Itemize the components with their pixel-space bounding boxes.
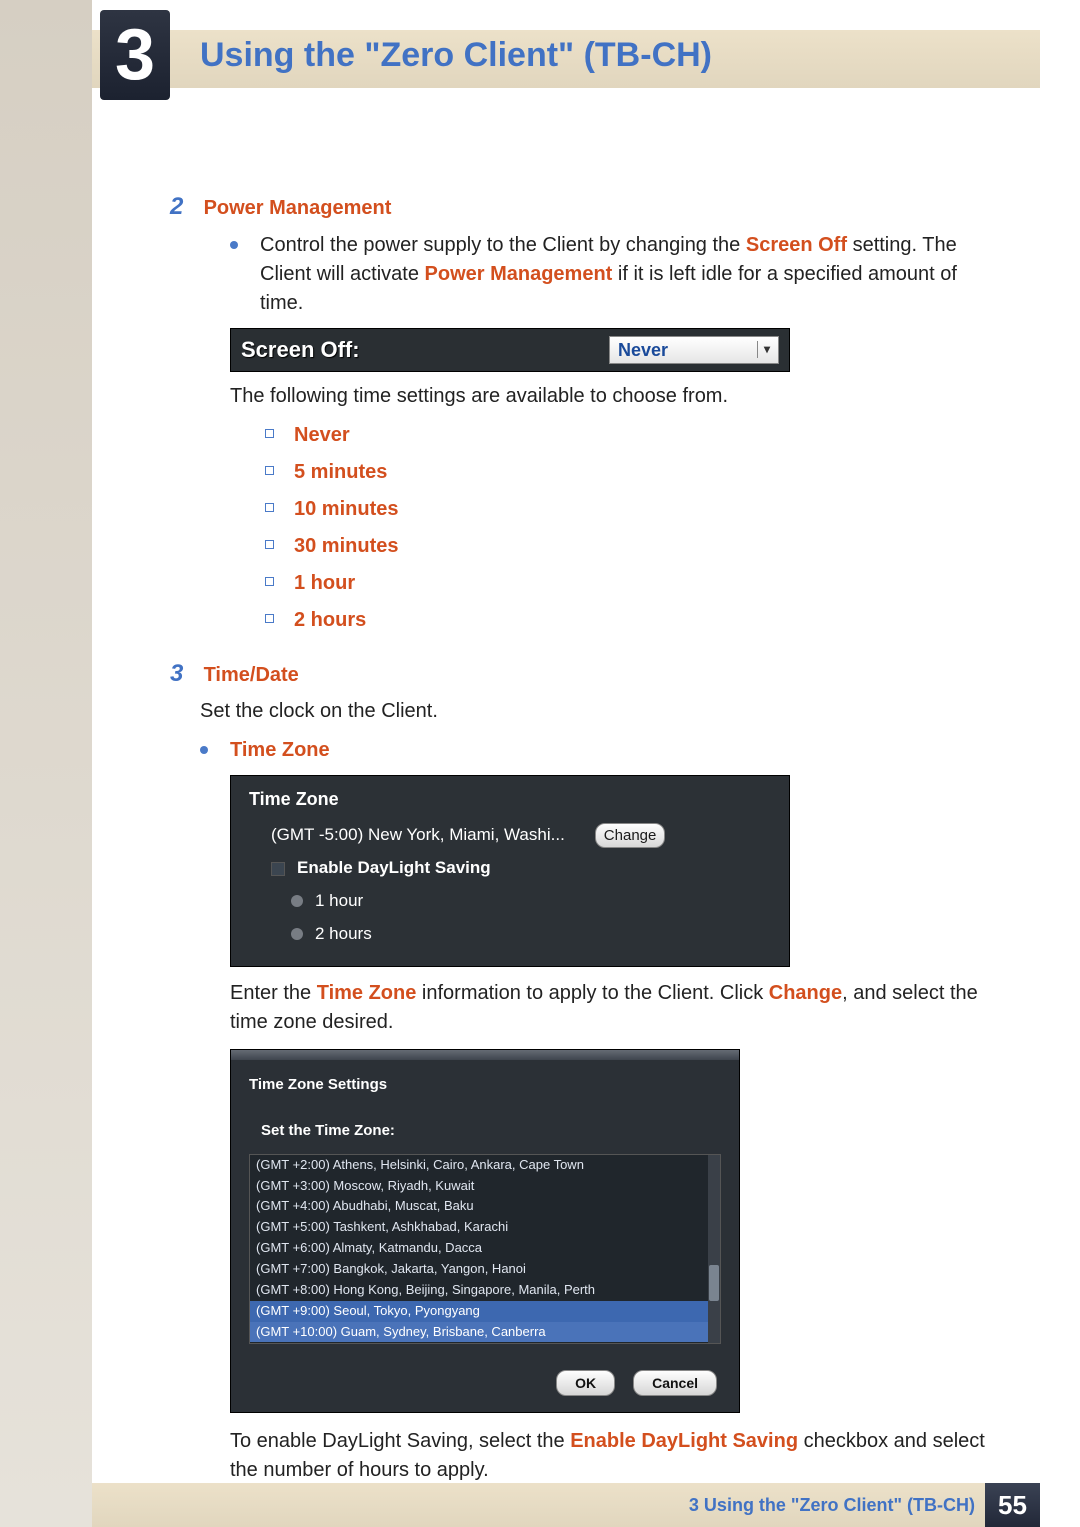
pm-option-label: Never xyxy=(294,421,350,450)
square-bullet-icon xyxy=(265,614,274,623)
list-item[interactable]: (GMT +6:00) Almaty, Katmandu, Dacca xyxy=(250,1238,720,1259)
pm-emph-pm: Power Management xyxy=(425,263,613,285)
tz-panel-title: Time Zone xyxy=(231,786,789,812)
list-item[interactable]: (GMT +10:00) Guam, Sydney, Brisbane, Can… xyxy=(250,1322,720,1343)
dialog-titlebar xyxy=(231,1050,739,1060)
bullet-dot-icon xyxy=(230,241,238,249)
list-item[interactable]: (GMT +7:00) Bangkok, Jakarta, Yangon, Ha… xyxy=(250,1259,720,1280)
scrollbar-thumb[interactable] xyxy=(709,1265,719,1301)
footer-bar: 3 Using the "Zero Client" (TB-CH) 55 xyxy=(92,1483,1040,1527)
screen-off-label: Screen Off: xyxy=(241,334,360,366)
pm-option-4: 1 hour xyxy=(265,569,1000,598)
tzs-listbox[interactable]: (GMT +2:00) Athens, Helsinki, Cairo, Ank… xyxy=(249,1154,721,1344)
radio-icon[interactable] xyxy=(291,928,303,940)
list-item-selected[interactable]: (GMT +9:00) Seoul, Tokyo, Pyongyang xyxy=(250,1301,720,1322)
square-bullet-icon xyxy=(265,577,274,586)
step-3-row: 3 Time/Date xyxy=(170,657,1000,692)
time-zone-settings-dialog: Time Zone Settings Set the Time Zone: (G… xyxy=(230,1049,740,1413)
list-item[interactable]: (GMT +5:00) Tashkent, Ashkhabad, Karachi xyxy=(250,1217,720,1238)
td-subtitle: Time Zone xyxy=(230,736,330,765)
pm-option-1: 5 minutes xyxy=(265,458,1000,487)
radio-icon[interactable] xyxy=(291,895,303,907)
pm-text-1: Control the power supply to the Client b… xyxy=(260,234,746,256)
page-number-badge: 55 xyxy=(985,1483,1040,1527)
step-2-number: 2 xyxy=(170,190,198,225)
td-desc2-b: Enable DayLight Saving xyxy=(570,1430,798,1452)
list-item[interactable]: (GMT +2:00) Athens, Helsinki, Cairo, Ank… xyxy=(250,1155,720,1176)
ok-button[interactable]: OK xyxy=(556,1370,615,1396)
time-zone-panel: Time Zone (GMT -5:00) New York, Miami, W… xyxy=(230,775,790,967)
step-3-number: 3 xyxy=(170,657,198,692)
pm-option-label: 10 minutes xyxy=(294,495,398,524)
td-desc1-c: information to apply to the Client. Clic… xyxy=(416,982,768,1004)
pm-option-2: 10 minutes xyxy=(265,495,1000,524)
pm-option-3: 30 minutes xyxy=(265,532,1000,561)
tz-current-row: (GMT -5:00) New York, Miami, Washi... Ch… xyxy=(231,823,789,849)
list-item[interactable]: (GMT +3:00) Moscow, Riyadh, Kuwait xyxy=(250,1176,720,1197)
tz-enable-row[interactable]: Enable DayLight Saving xyxy=(231,856,789,881)
tzs-title: Time Zone Settings xyxy=(231,1060,739,1114)
td-desc2-a: To enable DayLight Saving, select the xyxy=(230,1430,570,1452)
pm-bullet-row: Control the power supply to the Client b… xyxy=(230,231,1000,318)
step-2-row: 2 Power Management xyxy=(170,190,1000,225)
pm-option-label: 5 minutes xyxy=(294,458,387,487)
td-desc1-a: Enter the xyxy=(230,982,317,1004)
main-content: 2 Power Management Control the power sup… xyxy=(170,190,1000,1495)
pm-option-label: 2 hours xyxy=(294,606,366,635)
td-intro: Set the clock on the Client. xyxy=(200,697,1000,726)
tzs-button-row: OK Cancel xyxy=(231,1354,739,1402)
tz-current-value: (GMT -5:00) New York, Miami, Washi... xyxy=(271,823,565,848)
screen-off-panel: Screen Off: Never ▾ xyxy=(230,328,790,372)
square-bullet-icon xyxy=(265,540,274,549)
tz-enable-label: Enable DayLight Saving xyxy=(297,856,491,881)
list-item[interactable]: (GMT +4:00) Abudhabi, Muscat, Baku xyxy=(250,1196,720,1217)
chevron-down-icon: ▾ xyxy=(757,341,770,358)
tz-radio-2hours[interactable]: 2 hours xyxy=(231,922,789,947)
screen-off-value: Never xyxy=(618,337,668,363)
pm-options-intro: The following time settings are availabl… xyxy=(230,382,1000,411)
tz-radio-label: 1 hour xyxy=(315,889,363,914)
checkbox-icon[interactable] xyxy=(271,862,285,876)
square-bullet-icon xyxy=(265,466,274,475)
step-2-title: Power Management xyxy=(204,197,392,219)
pm-option-label: 30 minutes xyxy=(294,532,398,561)
tz-radio-1hour[interactable]: 1 hour xyxy=(231,889,789,914)
bullet-dot-icon xyxy=(200,746,208,754)
pm-option-0: Never xyxy=(265,421,1000,450)
td-desc-1: Enter the Time Zone information to apply… xyxy=(230,979,1000,1037)
chapter-number-badge: 3 xyxy=(100,10,170,100)
screen-off-dropdown[interactable]: Never ▾ xyxy=(609,336,779,364)
change-button[interactable]: Change xyxy=(595,823,666,849)
td-desc1-d: Change xyxy=(769,982,842,1004)
scrollbar[interactable] xyxy=(708,1155,720,1343)
td-bullet-row: Time Zone xyxy=(200,736,1000,765)
left-margin-strip xyxy=(0,0,92,1527)
list-item[interactable]: (GMT +11:00) Sea of Okhotsk xyxy=(250,1342,720,1343)
tzs-subtitle: Set the Time Zone: xyxy=(231,1114,739,1150)
square-bullet-icon xyxy=(265,503,274,512)
tz-radio-label: 2 hours xyxy=(315,922,372,947)
page-title: Using the "Zero Client" (TB-CH) xyxy=(200,36,712,75)
pm-emph-screenoff: Screen Off xyxy=(746,234,847,256)
pm-option-5: 2 hours xyxy=(265,606,1000,635)
td-desc-2: To enable DayLight Saving, select the En… xyxy=(230,1427,1000,1485)
list-item[interactable]: (GMT +8:00) Hong Kong, Beijing, Singapor… xyxy=(250,1280,720,1301)
step-3-title: Time/Date xyxy=(204,664,299,686)
square-bullet-icon xyxy=(265,429,274,438)
cancel-button[interactable]: Cancel xyxy=(633,1370,717,1396)
footer-text: 3 Using the "Zero Client" (TB-CH) xyxy=(689,1495,975,1516)
pm-option-label: 1 hour xyxy=(294,569,355,598)
pm-description: Control the power supply to the Client b… xyxy=(260,231,1000,318)
td-desc1-b: Time Zone xyxy=(317,982,417,1004)
